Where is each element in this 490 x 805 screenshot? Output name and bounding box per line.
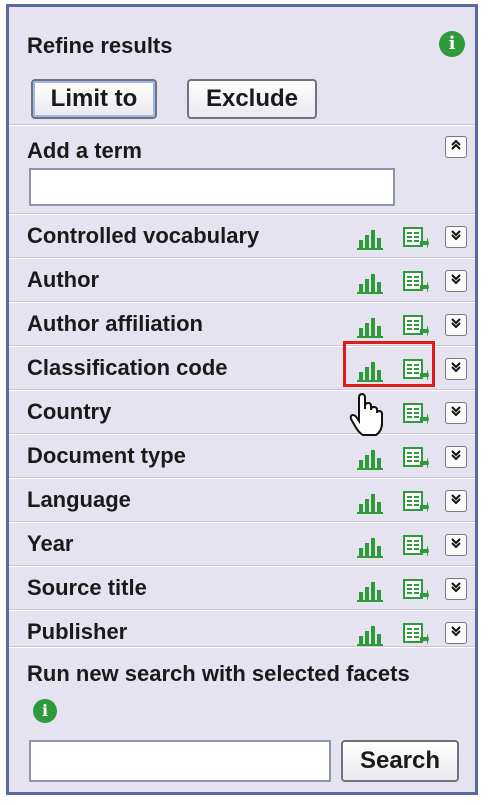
- info-icon[interactable]: i: [33, 699, 57, 724]
- export-list-icon[interactable]: [403, 447, 429, 469]
- run-new-search-section: Run new search with selected facets i Se…: [9, 647, 475, 798]
- double-chevron-down-icon[interactable]: [445, 490, 467, 512]
- info-icon[interactable]: i: [439, 31, 465, 57]
- facet-row[interactable]: Controlled vocabulary: [9, 214, 475, 259]
- refine-header: Refine results i Limit to Exclude: [9, 7, 475, 127]
- export-list-icon[interactable]: [403, 271, 429, 293]
- add-term-input[interactable]: [29, 168, 395, 206]
- refine-results-panel: Refine results i Limit to Exclude Add a …: [6, 4, 478, 795]
- export-list-icon[interactable]: [403, 579, 429, 601]
- facet-label[interactable]: Publisher: [27, 619, 127, 645]
- double-chevron-down-icon[interactable]: [445, 578, 467, 600]
- limit-to-button[interactable]: Limit to: [31, 79, 157, 119]
- facet-row[interactable]: Language: [9, 478, 475, 523]
- facet-label[interactable]: Controlled vocabulary: [27, 223, 259, 249]
- bar-chart-icon[interactable]: [357, 624, 383, 646]
- facet-label[interactable]: Document type: [27, 443, 186, 469]
- bar-chart-icon[interactable]: [357, 536, 383, 558]
- search-button[interactable]: Search: [341, 740, 459, 782]
- facet-row[interactable]: Document type: [9, 434, 475, 479]
- search-input[interactable]: [29, 740, 331, 782]
- add-term-label: Add a term: [27, 138, 142, 163]
- bar-chart-icon[interactable]: [357, 272, 383, 294]
- panel-title: Refine results: [27, 33, 173, 58]
- double-chevron-down-icon[interactable]: [445, 402, 467, 424]
- bar-chart-icon[interactable]: [357, 228, 383, 250]
- bar-chart-icon[interactable]: [357, 448, 383, 470]
- facet-row[interactable]: Country: [9, 390, 475, 435]
- run-search-text: Run new search with selected facets i: [27, 656, 427, 728]
- facet-row[interactable]: Author: [9, 258, 475, 303]
- facet-label[interactable]: Author affiliation: [27, 311, 203, 337]
- export-list-icon[interactable]: [403, 403, 429, 425]
- bar-chart-icon[interactable]: [357, 580, 383, 602]
- export-list-icon[interactable]: [403, 535, 429, 557]
- facet-row[interactable]: Source title: [9, 566, 475, 611]
- facet-label[interactable]: Language: [27, 487, 131, 513]
- bar-chart-icon[interactable]: [357, 492, 383, 514]
- facet-label[interactable]: Author: [27, 267, 99, 293]
- facet-label[interactable]: Country: [27, 399, 111, 425]
- facet-label[interactable]: Classification code: [27, 355, 228, 381]
- double-chevron-down-icon[interactable]: [445, 446, 467, 468]
- export-list-icon[interactable]: [403, 623, 429, 645]
- double-chevron-down-icon[interactable]: [445, 358, 467, 380]
- bar-chart-icon[interactable]: [357, 316, 383, 338]
- facet-label[interactable]: Year: [27, 531, 74, 557]
- exclude-button[interactable]: Exclude: [187, 79, 317, 119]
- double-chevron-down-icon[interactable]: [445, 622, 467, 644]
- facet-label[interactable]: Source title: [27, 575, 147, 601]
- hand-cursor-icon: [349, 392, 383, 442]
- facet-row[interactable]: Year: [9, 522, 475, 567]
- export-list-icon[interactable]: [403, 227, 429, 249]
- add-term-section: Add a term: [9, 125, 475, 216]
- highlight-box: [343, 341, 435, 387]
- double-chevron-down-icon[interactable]: [445, 314, 467, 336]
- double-chevron-down-icon[interactable]: [445, 270, 467, 292]
- double-chevron-up-icon[interactable]: [445, 136, 467, 158]
- export-list-icon[interactable]: [403, 315, 429, 337]
- double-chevron-down-icon[interactable]: [445, 226, 467, 248]
- double-chevron-down-icon[interactable]: [445, 534, 467, 556]
- export-list-icon[interactable]: [403, 491, 429, 513]
- run-search-label: Run new search with selected facets: [27, 661, 410, 686]
